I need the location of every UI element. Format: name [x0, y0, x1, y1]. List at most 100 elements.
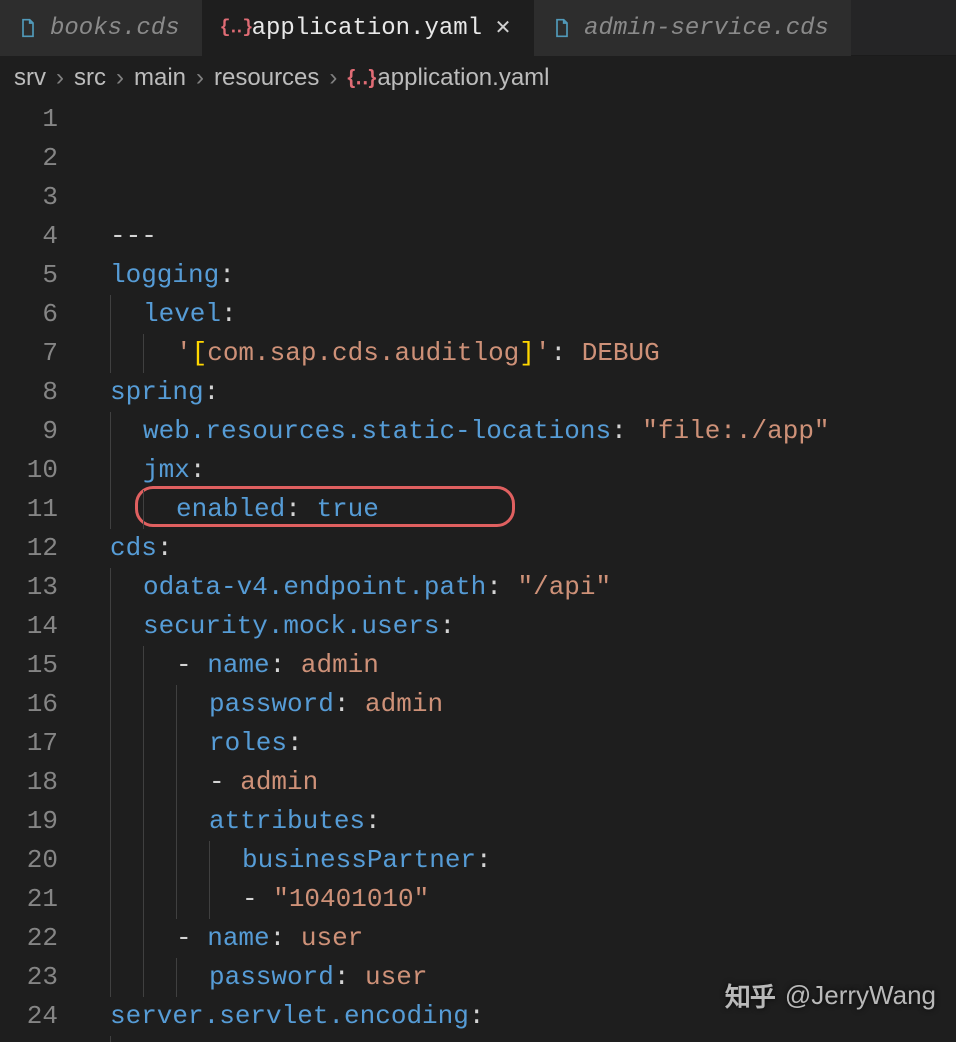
indent-guide: [176, 841, 177, 880]
token-key: cds: [110, 533, 157, 563]
tab-application-yaml[interactable]: {‥} application.yaml ✕: [202, 0, 534, 56]
indent-guide: [110, 763, 111, 802]
code-line[interactable]: - name: user: [80, 919, 956, 958]
token-str: ': [535, 338, 551, 368]
indent-guide: [176, 763, 177, 802]
token-key: jmx: [143, 455, 190, 485]
indent-guide: [110, 568, 111, 607]
crumb-resources[interactable]: resources: [214, 64, 319, 92]
code-line[interactable]: businessPartner:: [80, 841, 956, 880]
token-key: level: [143, 299, 221, 329]
close-icon[interactable]: ✕: [494, 19, 512, 37]
code-line[interactable]: level:: [80, 295, 956, 334]
tab-books-cds[interactable]: books.cds: [0, 0, 202, 56]
code-area[interactable]: ---logging:level:'[com.sap.cds.auditlog]…: [80, 100, 956, 1038]
token-colon: :: [287, 728, 303, 758]
indent-guide: [110, 880, 111, 919]
tab-label: admin-service.cds: [584, 15, 829, 42]
token-str: ': [176, 338, 192, 368]
indent-guide: [143, 685, 144, 724]
indent-guide: [143, 334, 144, 373]
token-str: "file:./app": [642, 416, 829, 446]
indent-guide: [176, 724, 177, 763]
token-str: com.sap.cds.auditlog: [207, 338, 519, 368]
indent-guide: [110, 919, 111, 958]
token-dash: -: [242, 884, 273, 914]
line-number: 6: [0, 295, 58, 334]
code-line[interactable]: charset: UTF-8: [80, 1036, 956, 1042]
line-number: 16: [0, 685, 58, 724]
code-line[interactable]: web.resources.static-locations: "file:./…: [80, 412, 956, 451]
token-colon: :: [285, 494, 316, 524]
code-line[interactable]: odata-v4.endpoint.path: "/api": [80, 568, 956, 607]
crumb-file[interactable]: application.yaml: [377, 64, 549, 92]
chevron-right-icon: ›: [56, 64, 64, 92]
indent-guide: [110, 490, 111, 529]
tab-admin-service-cds[interactable]: admin-service.cds: [534, 0, 851, 56]
tab-label: books.cds: [50, 15, 180, 42]
code-line[interactable]: - "10401010": [80, 880, 956, 919]
token-colon: :: [611, 416, 642, 446]
code-line[interactable]: roles:: [80, 724, 956, 763]
code-line[interactable]: '[com.sap.cds.auditlog]': DEBUG: [80, 334, 956, 373]
code-editor[interactable]: 123456789101112131415161718192021222324 …: [0, 100, 956, 1038]
crumb-main[interactable]: main: [134, 64, 186, 92]
line-number-gutter: 123456789101112131415161718192021222324: [0, 100, 80, 1038]
line-number: 23: [0, 958, 58, 997]
token-key: attributes: [209, 806, 365, 836]
code-line[interactable]: spring:: [80, 373, 956, 412]
line-number: 21: [0, 880, 58, 919]
token-colon: :: [270, 923, 301, 953]
indent-guide: [143, 841, 144, 880]
indent-guide: [176, 880, 177, 919]
line-number: 3: [0, 178, 58, 217]
code-line[interactable]: password: admin: [80, 685, 956, 724]
line-number: 17: [0, 724, 58, 763]
line-number: 14: [0, 607, 58, 646]
chevron-right-icon: ›: [329, 64, 337, 92]
code-line[interactable]: - name: admin: [80, 646, 956, 685]
token-key: enabled: [176, 494, 285, 524]
indent-guide: [176, 802, 177, 841]
token-colon: :: [365, 806, 381, 836]
line-number: 20: [0, 841, 58, 880]
token-str: DEBUG: [582, 338, 660, 368]
token-dash: -: [176, 650, 207, 680]
indent-guide: [110, 685, 111, 724]
code-line[interactable]: enabled: true: [80, 490, 956, 529]
indent-guide: [209, 841, 210, 880]
indent-guide: [143, 646, 144, 685]
code-line[interactable]: cds:: [80, 529, 956, 568]
token-colon: :: [221, 299, 237, 329]
code-line[interactable]: logging:: [80, 256, 956, 295]
code-line[interactable]: security.mock.users:: [80, 607, 956, 646]
code-line[interactable]: ---: [80, 217, 956, 256]
line-number: 10: [0, 451, 58, 490]
line-number: 4: [0, 217, 58, 256]
token-key: spring: [110, 377, 204, 407]
line-number: 15: [0, 646, 58, 685]
indent-guide: [110, 646, 111, 685]
crumb-src[interactable]: src: [74, 64, 106, 92]
code-line[interactable]: jmx:: [80, 451, 956, 490]
indent-guide: [110, 295, 111, 334]
token-colon: :: [190, 455, 206, 485]
indent-guide: [143, 880, 144, 919]
line-number: 19: [0, 802, 58, 841]
token-colon: :: [204, 377, 220, 407]
indent-guide: [176, 958, 177, 997]
indent-guide: [110, 724, 111, 763]
token-colon: :: [270, 650, 301, 680]
line-number: 9: [0, 412, 58, 451]
file-icon: [552, 18, 572, 38]
token-colon: :: [157, 533, 173, 563]
indent-guide: [143, 490, 144, 529]
token-dash: -: [176, 923, 207, 953]
token-colon: :: [334, 689, 365, 719]
crumb-srv[interactable]: srv: [14, 64, 46, 92]
line-number: 1: [0, 100, 58, 139]
code-line[interactable]: attributes:: [80, 802, 956, 841]
token-str: admin: [301, 650, 379, 680]
code-line[interactable]: - admin: [80, 763, 956, 802]
line-number: 5: [0, 256, 58, 295]
